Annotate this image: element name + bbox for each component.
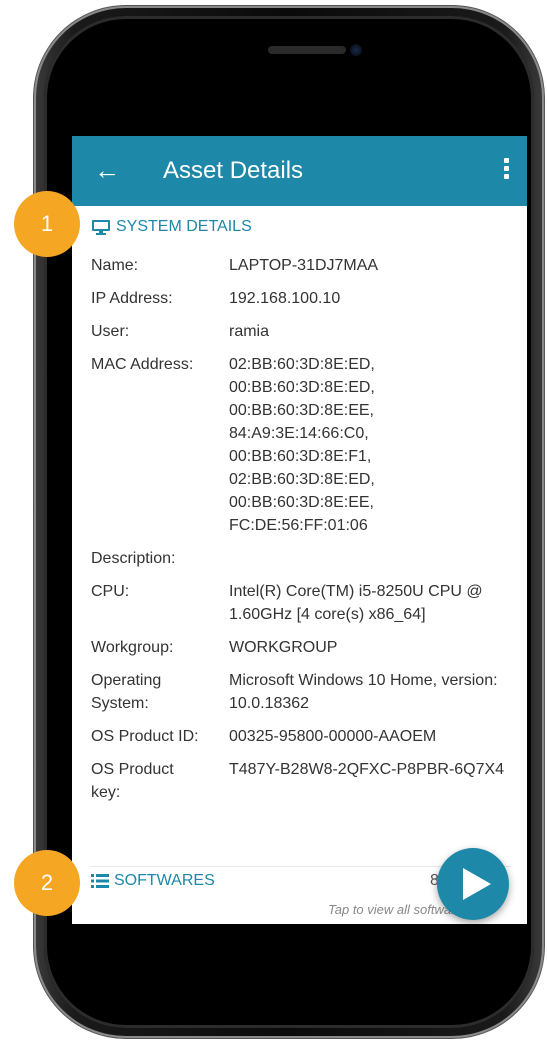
detail-row: OS Product ID: 00325-95800-00000-AAOEM [91,725,511,748]
detail-row: Name: LAPTOP-31DJ7MAA [91,254,511,277]
detail-label: User: [91,323,130,340]
detail-label: OS Product ID: [91,728,199,745]
detail-label: Operating System: [91,672,162,712]
detail-value: Intel(R) Core(TM) i5-8250U CPU @ 1.60GHz… [229,583,483,623]
detail-row: IP Address: 192.168.100.10 [91,287,511,310]
softwares-heading[interactable]: SOFTWARES [91,872,215,890]
system-details-list: Name: LAPTOP-31DJ7MAA IP Address: 192.168.1… [91,254,511,814]
monitor-icon [92,220,110,235]
step-badge-2: 2 [14,850,80,916]
softwares-label: SOFTWARES [114,872,215,889]
detail-label: OS Product key: [91,761,174,801]
detail-value: 02:BB:60:3D:8E:ED, 00:BB:60:3D:8E:ED, 00… [229,356,375,534]
detail-row: Operating System: Microsoft Windows 10 Ho… [91,669,511,715]
detail-value: T487Y-B28W8-2QFXC-P8PBR-6Q7X4 [229,761,505,778]
detail-row: CPU: Intel(R) Core(TM) i5-8250U CPU @ 1.6… [91,580,511,626]
earpiece-speaker [268,46,346,54]
detail-row: Workgroup: WORKGROUP [91,636,511,659]
detail-value: LAPTOP-31DJ7MAA [229,257,379,274]
detail-label: Workgroup: [91,639,174,656]
list-icon [91,874,109,888]
step-badge-1: 1 [14,191,80,257]
detail-value: 00325-95800-00000-AAOEM [229,728,437,745]
detail-value: 192.168.100.10 [229,290,341,307]
system-details-heading: SYSTEM DETAILS [91,218,252,236]
front-camera [350,44,362,56]
app-screen: ← Asset Details SYSTEM DETAILS Name: LAPT… [72,136,527,924]
detail-label: Description: [91,550,176,567]
detail-label: Name: [91,257,139,274]
detail-value [229,547,511,570]
detail-label: IP Address: [91,290,173,307]
detail-row: Description: [91,547,511,570]
detail-row: OS Product key: T487Y-B28W8-2QFXC-P8PBR-6… [91,758,511,804]
detail-label: MAC Address: [91,356,194,373]
page-title: Asset Details [163,157,304,184]
play-icon [463,868,491,900]
view-softwares-button[interactable] [437,848,509,920]
detail-value: WORKGROUP [229,639,338,656]
detail-row: User: ramia [91,320,511,343]
detail-value: ramia [229,323,270,340]
detail-label: CPU: [91,583,130,600]
detail-value: Microsoft Windows 10 Home, version: 10.0… [229,672,498,712]
app-bar: ← Asset Details [72,136,527,206]
detail-row: MAC Address: 02:BB:60:3D:8E:ED, 00:BB:60:… [91,353,511,537]
more-vertical-icon[interactable] [502,158,510,184]
arrow-left-icon[interactable]: ← [94,156,122,184]
system-details-label: SYSTEM DETAILS [116,218,252,235]
